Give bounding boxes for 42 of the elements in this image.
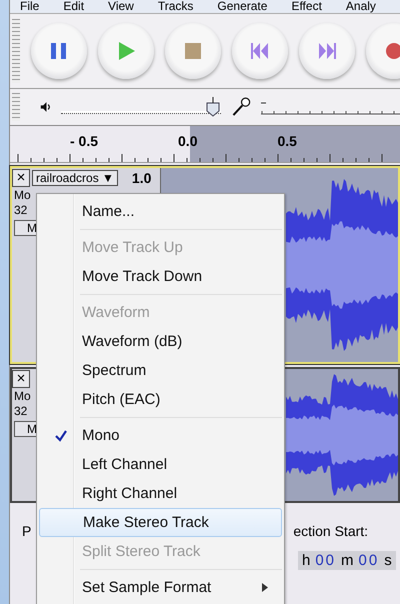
menu-item[interactable]: Set Sample Format — [39, 573, 282, 602]
track-gain: 1.0 — [130, 170, 152, 186]
pause-button[interactable] — [31, 23, 87, 79]
volume-slider[interactable] — [60, 96, 221, 118]
toolbar-grip[interactable] — [12, 93, 20, 121]
close-track-button[interactable]: × — [12, 370, 30, 388]
menu-item[interactable]: Mono — [39, 421, 282, 450]
menu-item[interactable]: Analy — [346, 0, 376, 13]
track-info: Mo — [13, 389, 31, 404]
selection-label: P — [22, 523, 32, 539]
menu-item[interactable]: Edit — [63, 0, 84, 13]
menu-item[interactable]: Spectrum — [39, 356, 282, 385]
ruler-label: 0.0 — [178, 133, 198, 149]
menu-item[interactable]: Waveform (dB) — [39, 327, 282, 356]
menu-item[interactable]: Effect — [291, 0, 322, 13]
skip-to-start-button[interactable] — [232, 23, 288, 79]
menu-item[interactable]: Left Channel — [39, 450, 282, 479]
play-button[interactable] — [98, 23, 154, 79]
close-track-button[interactable]: × — [12, 169, 30, 187]
menu-item[interactable]: Right Channel — [39, 479, 282, 508]
slider-thumb[interactable] — [206, 97, 220, 117]
skip-to-end-button[interactable] — [299, 23, 355, 79]
speaker-icon — [40, 100, 53, 114]
track-info: 32 — [13, 203, 28, 218]
toolbar-grip[interactable] — [12, 19, 20, 83]
menu-item[interactable]: Tracks — [158, 0, 194, 13]
ruler-label: - 0.5 — [70, 133, 98, 149]
track-info: 32 — [13, 404, 28, 419]
submenu-arrow-icon — [262, 583, 268, 592]
menu-item[interactable]: Make Stereo Track — [39, 508, 282, 537]
stop-button[interactable] — [165, 23, 221, 79]
track-name-dropdown[interactable]: railroadcros ▼ — [32, 170, 118, 186]
menu-item[interactable]: Pitch (EAC) — [39, 385, 282, 414]
menu-item[interactable]: Name... — [39, 197, 282, 226]
ruler-label: 0.5 — [277, 133, 297, 149]
time-field[interactable]: h 00 m 00 s — [298, 551, 396, 570]
selection-start-label: ection Start: — [293, 523, 368, 539]
menu-item[interactable]: Generate — [217, 0, 268, 13]
menu-item[interactable]: View — [108, 0, 134, 13]
track-info: Mo — [13, 188, 31, 203]
menu-item[interactable]: Move Track Down — [39, 262, 282, 291]
menu-item[interactable]: File — [20, 0, 40, 13]
